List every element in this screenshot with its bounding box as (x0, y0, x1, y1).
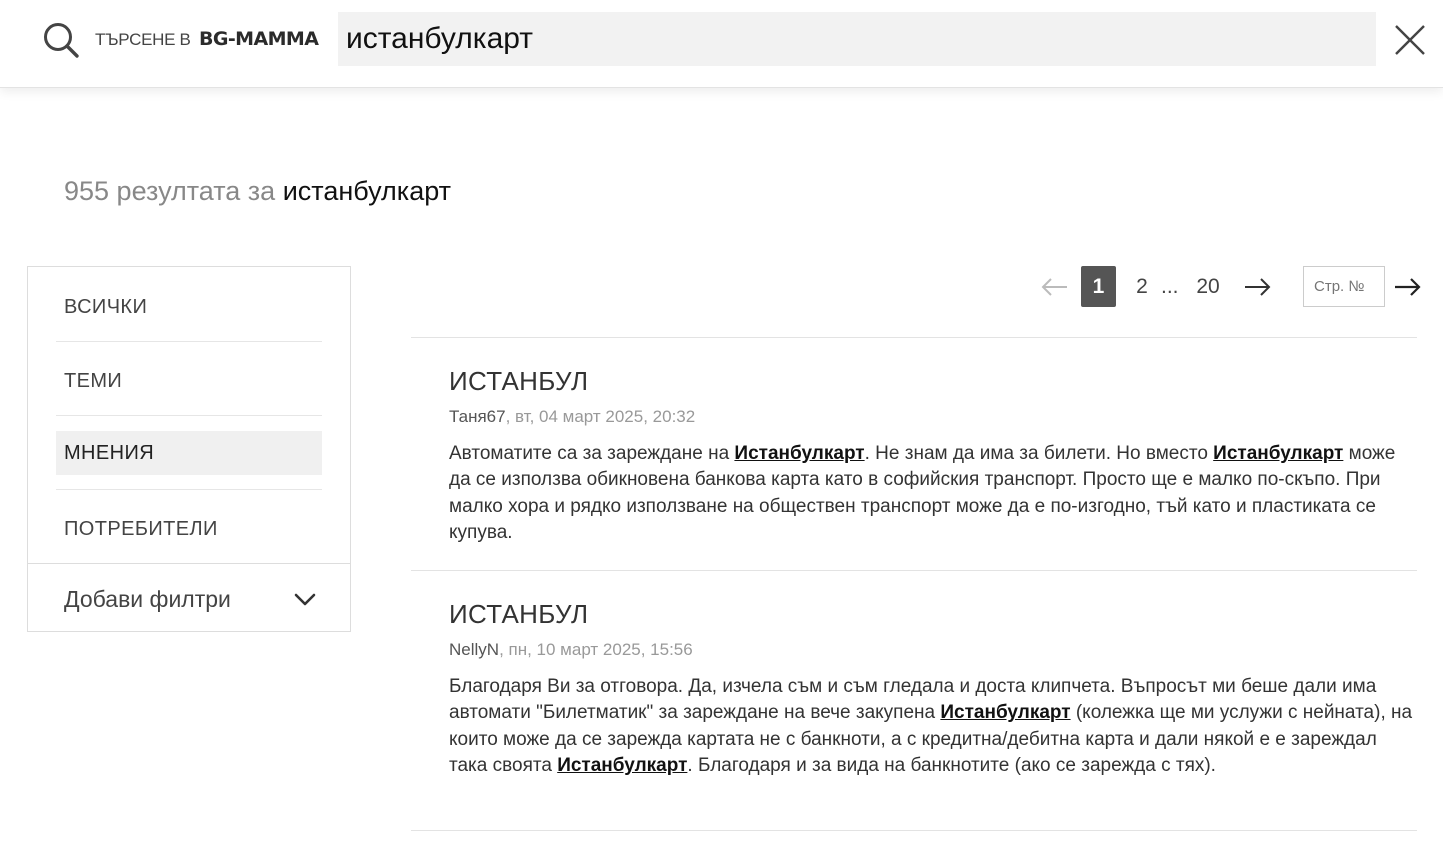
go-to-page-arrow-icon[interactable] (1392, 274, 1422, 300)
page-link[interactable]: 2 (1127, 266, 1157, 307)
highlighted-keyword-link[interactable]: Истанбулкарт (734, 443, 864, 464)
sidebar-divider (28, 563, 350, 564)
page-link-last[interactable]: 20 (1192, 266, 1224, 307)
result-meta: NellyN, пн, 10 март 2025, 15:56 (449, 640, 1417, 660)
search-input[interactable] (338, 12, 1376, 66)
sidebar-item-topics[interactable]: ТЕМИ (56, 359, 322, 403)
sidebar-divider (56, 341, 322, 342)
highlighted-keyword-link[interactable]: Истанбулкарт (1213, 443, 1343, 464)
pagination: 1 2 ... 20 (0, 266, 1443, 308)
result-divider (411, 337, 1417, 338)
page-number-input[interactable] (1303, 266, 1385, 307)
result-date: , вт, 04 март 2025, 20:32 (505, 407, 696, 426)
sidebar-item-users[interactable]: ПОТРЕБИТЕЛИ (56, 507, 322, 551)
results-count-text: 955 резултата за (64, 176, 283, 206)
close-icon[interactable] (1393, 23, 1427, 57)
result-text: Благодаря Ви за отговора. Да, изчела съм… (449, 676, 1413, 777)
prev-page-arrow-icon (1041, 278, 1067, 296)
search-icon[interactable] (42, 21, 80, 59)
bg-mamma-logo: BG-MAMMA (199, 28, 319, 50)
sidebar-item-opinions[interactable]: МНЕНИЯ (56, 431, 322, 475)
chevron-down-icon[interactable] (292, 587, 318, 613)
result-divider (411, 830, 1417, 831)
page-link-current[interactable]: 1 (1081, 266, 1116, 307)
sidebar-divider (56, 415, 322, 416)
search-prefix-label: ТЪРСЕНЕ В (95, 30, 191, 49)
page-ellipsis: ... (1161, 275, 1179, 298)
highlighted-keyword-link[interactable]: Истанбулкарт (940, 702, 1070, 723)
search-header: ТЪРСЕНЕ В BG-MAMMA (0, 0, 1443, 88)
next-page-arrow-icon[interactable] (1242, 274, 1272, 300)
sidebar-divider (56, 489, 322, 490)
filter-sidebar: ВСИЧКИ ТЕМИ МНЕНИЯ ПОТРЕБИТЕЛИ Добави фи… (27, 266, 351, 632)
result-date: , пн, 10 март 2025, 15:56 (499, 640, 693, 659)
result-title[interactable]: ИСТАНБУЛ (449, 366, 1417, 397)
result-item: ИСТАНБУЛ NellyN, пн, 10 март 2025, 15:56… (449, 599, 1417, 780)
highlighted-keyword-link[interactable]: Истанбулкарт (557, 755, 687, 776)
result-author[interactable]: Таня67 (449, 407, 506, 426)
add-filters-toggle[interactable]: Добави филтри (56, 579, 322, 619)
result-item: ИСТАНБУЛ Таня67, вт, 04 март 2025, 20:32… (449, 366, 1417, 547)
result-text: Автоматите са за зареждане на Истанбулка… (449, 443, 1396, 544)
results-query: истанбулкарт (282, 176, 452, 206)
results-summary: 955 резултата за истанбулкарт (64, 176, 451, 207)
result-divider (411, 570, 1417, 571)
result-title[interactable]: ИСТАНБУЛ (449, 599, 1417, 630)
result-author[interactable]: NellyN (449, 640, 499, 659)
result-meta: Таня67, вт, 04 март 2025, 20:32 (449, 407, 1417, 427)
